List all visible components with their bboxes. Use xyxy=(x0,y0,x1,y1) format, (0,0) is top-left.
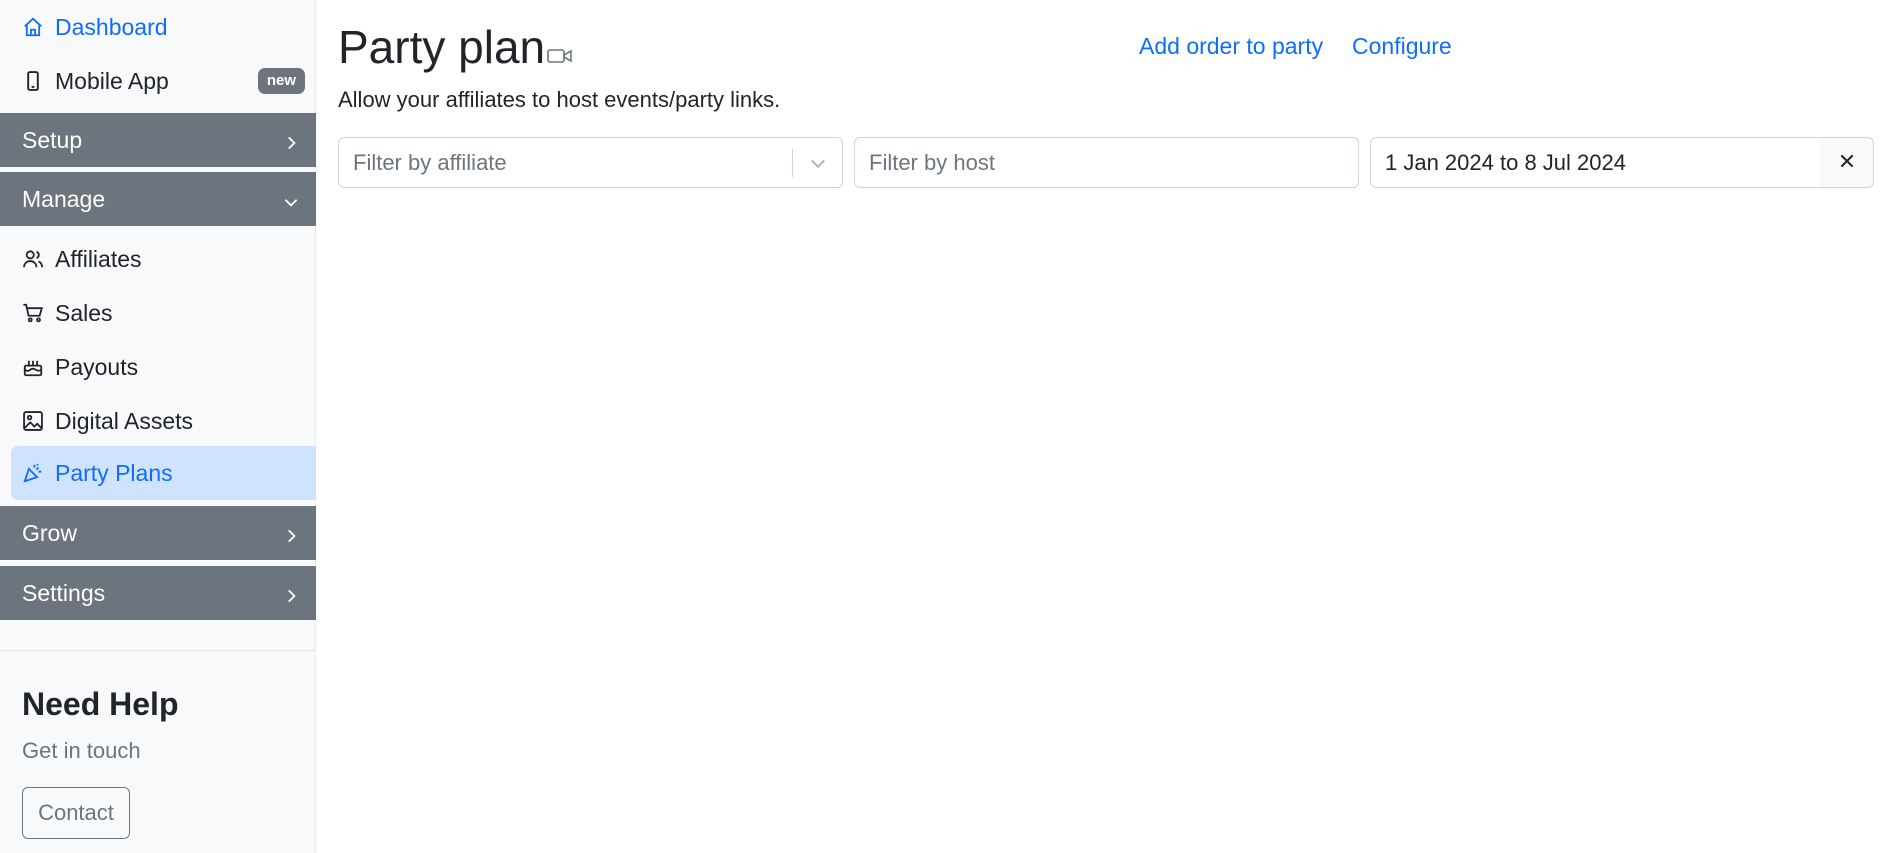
close-icon xyxy=(1838,152,1856,173)
date-range-value: 1 Jan 2024 to 8 Jul 2024 xyxy=(1385,149,1626,175)
party-popper-icon xyxy=(22,462,44,484)
sidebar-item-label: Mobile App xyxy=(55,67,169,94)
help-subtitle: Get in touch xyxy=(22,738,141,763)
contact-button[interactable]: Contact xyxy=(22,787,130,839)
affiliate-filter-placeholder: Filter by affiliate xyxy=(353,149,507,175)
date-range-input[interactable]: 1 Jan 2024 to 8 Jul 2024 xyxy=(1370,137,1821,188)
sidebar-section-settings[interactable]: Settings xyxy=(0,566,316,620)
sidebar-item-digital-assets[interactable]: Digital Assets xyxy=(11,394,316,448)
phone-icon xyxy=(22,70,44,92)
host-filter-input[interactable]: Filter by host xyxy=(854,137,1359,188)
sidebar-divider xyxy=(0,650,316,651)
chevron-right-icon xyxy=(282,524,300,543)
select-separator xyxy=(792,149,793,177)
chevron-right-icon xyxy=(282,131,300,150)
sidebar-item-label: Dashboard xyxy=(55,13,168,40)
sidebar-item-sales[interactable]: Sales xyxy=(11,286,316,340)
video-camera-icon[interactable] xyxy=(546,46,574,66)
help-title: Need Help xyxy=(22,686,179,722)
sidebar-item-affiliates[interactable]: Affiliates xyxy=(11,232,316,286)
sidebar: Dashboard Mobile App new Setup Manage Af… xyxy=(0,0,316,853)
section-label: Grow xyxy=(22,519,77,546)
page-subtitle: Allow your affiliates to host events/par… xyxy=(338,87,781,112)
sidebar-item-label: Party Plans xyxy=(55,459,173,486)
sidebar-item-mobile-app[interactable]: Mobile App new xyxy=(11,54,316,108)
sidebar-item-label: Payouts xyxy=(55,353,139,380)
sidebar-item-label: Sales xyxy=(55,299,113,326)
cake-icon xyxy=(22,356,44,378)
sidebar-item-dashboard[interactable]: Dashboard xyxy=(11,0,316,54)
sidebar-item-label: Affiliates xyxy=(55,245,142,272)
sidebar-item-party-plans[interactable]: Party Plans xyxy=(11,446,316,500)
image-icon xyxy=(22,410,44,432)
section-label: Manage xyxy=(22,185,106,212)
affiliate-filter-select[interactable]: Filter by affiliate xyxy=(338,137,843,188)
configure-link[interactable]: Configure xyxy=(1352,33,1452,60)
new-badge: new xyxy=(257,68,305,94)
page-title: Party plan xyxy=(338,21,546,73)
chevron-down-icon xyxy=(282,190,300,208)
add-order-to-party-link[interactable]: Add order to party xyxy=(1139,33,1323,60)
section-label: Setup xyxy=(22,126,83,153)
sidebar-item-label: Digital Assets xyxy=(55,407,194,434)
chevron-right-icon xyxy=(282,584,300,603)
chevron-down-icon[interactable] xyxy=(808,153,828,173)
section-label: Settings xyxy=(22,579,106,606)
sidebar-section-grow[interactable]: Grow xyxy=(0,506,316,560)
sidebar-section-setup[interactable]: Setup xyxy=(0,113,316,167)
clear-date-button[interactable] xyxy=(1820,137,1874,188)
house-icon xyxy=(22,16,44,38)
sidebar-section-manage[interactable]: Manage xyxy=(0,172,316,226)
people-icon xyxy=(22,248,44,270)
host-filter-placeholder: Filter by host xyxy=(869,149,995,175)
cart-icon xyxy=(22,302,44,324)
sidebar-item-payouts[interactable]: Payouts xyxy=(11,340,316,394)
